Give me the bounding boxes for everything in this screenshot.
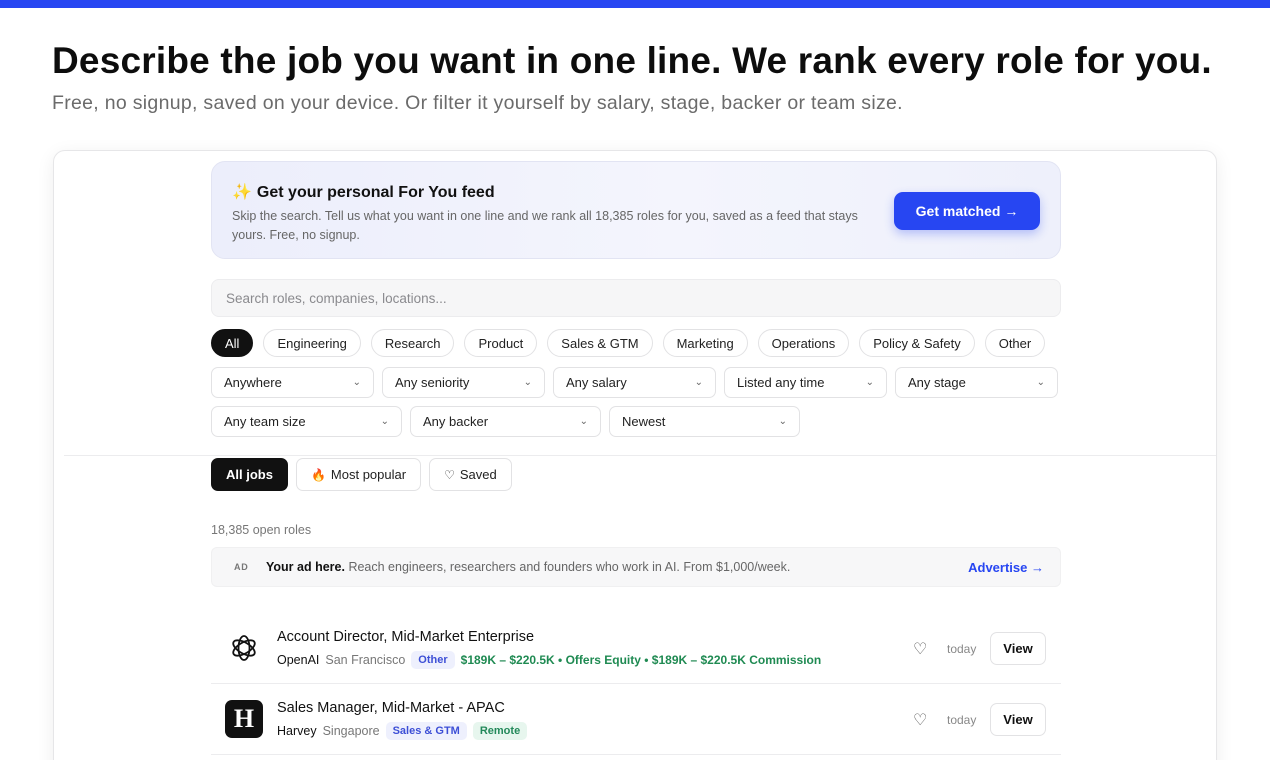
job-location: Singapore [322, 724, 380, 738]
salary-select[interactable]: Any salary ⌄ [553, 367, 716, 398]
job-title[interactable]: Account Director, Mid-Market Enterprise [277, 629, 534, 645]
category-chip-product[interactable]: Product [464, 329, 538, 357]
job-location: San Francisco [325, 653, 406, 667]
category-chips: All Engineering Research Product Sales &… [211, 329, 1046, 357]
heart-icon: ♡ [444, 467, 455, 482]
filter-row-2: Any team size ⌄ Any backer ⌄ Newest ⌄ [211, 406, 800, 437]
job-row[interactable]: H Sales Manager, Mid-Market - APAC Harve… [211, 684, 1061, 755]
job-meta: OpenAI San Francisco Other $189K – $220.… [277, 651, 821, 669]
view-job-button[interactable]: View [990, 703, 1046, 736]
listed-time-select[interactable]: Listed any time ⌄ [724, 367, 887, 398]
hero-title: Describe the job you want in one line. W… [52, 40, 1212, 81]
advertise-link[interactable]: Advertise → [968, 560, 1044, 575]
sort-select[interactable]: Newest ⌄ [609, 406, 800, 437]
results-count: 18,385 open roles [211, 523, 312, 537]
get-matched-button[interactable]: Get matched → [894, 192, 1040, 230]
category-chip-marketing[interactable]: Marketing [662, 329, 748, 357]
stage-select[interactable]: Any stage ⌄ [895, 367, 1058, 398]
chevron-down-icon: ⌄ [694, 377, 703, 388]
openai-logo-icon [225, 629, 263, 667]
ad-banner: AD Your ad here. Reach engineers, resear… [211, 547, 1061, 587]
category-tag: Other [411, 651, 455, 669]
chevron-down-icon: ⌄ [523, 377, 532, 388]
promo-description: Skip the search. Tell us what you want i… [232, 209, 858, 242]
category-chip-sales-gtm[interactable]: Sales & GTM [547, 329, 653, 357]
search-input[interactable] [211, 279, 1061, 317]
save-heart-icon[interactable]: ♡ [913, 639, 927, 659]
salary-info: $189K – $220.5K • Offers Equity • $189K … [460, 653, 822, 667]
location-select[interactable]: Anywhere ⌄ [211, 367, 374, 398]
harvey-logo-icon: H [225, 700, 263, 738]
save-heart-icon[interactable]: ♡ [913, 710, 927, 730]
category-chip-all[interactable]: All [211, 329, 254, 357]
view-job-button[interactable]: View [990, 632, 1046, 665]
ad-tag: AD [234, 562, 249, 572]
chevron-down-icon: ⌄ [865, 377, 874, 388]
category-chip-policy-safety[interactable]: Policy & Safety [859, 329, 975, 357]
chevron-down-icon: ⌄ [1036, 377, 1045, 388]
ad-text: Your ad here. Reach engineers, researche… [266, 560, 791, 574]
job-meta: Harvey Singapore Sales & GTM Remote [277, 722, 528, 740]
chevron-down-icon: ⌄ [352, 377, 361, 388]
fire-icon: 🔥 [310, 467, 326, 482]
category-chip-operations[interactable]: Operations [757, 329, 850, 357]
job-row[interactable]: Account Director, Mid-Market Enterprise … [211, 613, 1061, 684]
for-you-promo-banner: ✨ Get your personal For You feed Skip the… [211, 161, 1061, 259]
promo-title: ✨ Get your personal For You feed [232, 184, 495, 201]
hero-subtitle: Free, no signup, saved on your device. O… [52, 92, 903, 114]
section-divider [64, 455, 1216, 456]
chevron-down-icon: ⌄ [380, 416, 389, 427]
tab-all-jobs[interactable]: All jobs [211, 458, 288, 491]
category-chip-engineering[interactable]: Engineering [263, 329, 361, 357]
posted-time: today [947, 642, 977, 656]
category-tag: Sales & GTM [385, 722, 467, 740]
filter-row-1: Anywhere ⌄ Any seniority ⌄ Any salary ⌄ Lis… [211, 367, 1058, 398]
chevron-down-icon: ⌄ [579, 416, 588, 427]
category-chip-other[interactable]: Other [984, 329, 1046, 357]
sparkles-icon: ✨ [232, 184, 252, 201]
team-size-select[interactable]: Any team size ⌄ [211, 406, 402, 437]
posted-time: today [947, 713, 977, 727]
backer-select[interactable]: Any backer ⌄ [410, 406, 601, 437]
job-title[interactable]: Sales Manager, Mid-Market - APAC [277, 700, 505, 716]
seniority-select[interactable]: Any seniority ⌄ [382, 367, 545, 398]
company-name: Harvey [277, 724, 317, 738]
company-name: OpenAI [277, 653, 320, 667]
view-tabs: All jobs 🔥 Most popular ♡ Saved [211, 458, 512, 491]
chevron-down-icon: ⌄ [778, 416, 787, 427]
category-chip-research[interactable]: Research [370, 329, 455, 357]
remote-badge: Remote [472, 722, 528, 740]
tab-most-popular[interactable]: 🔥 Most popular [295, 458, 422, 491]
top-accent-bar [0, 0, 1270, 8]
jobs-board-card: ✨ Get your personal For You feed Skip the… [53, 150, 1217, 760]
tab-saved[interactable]: ♡ Saved [429, 458, 512, 491]
